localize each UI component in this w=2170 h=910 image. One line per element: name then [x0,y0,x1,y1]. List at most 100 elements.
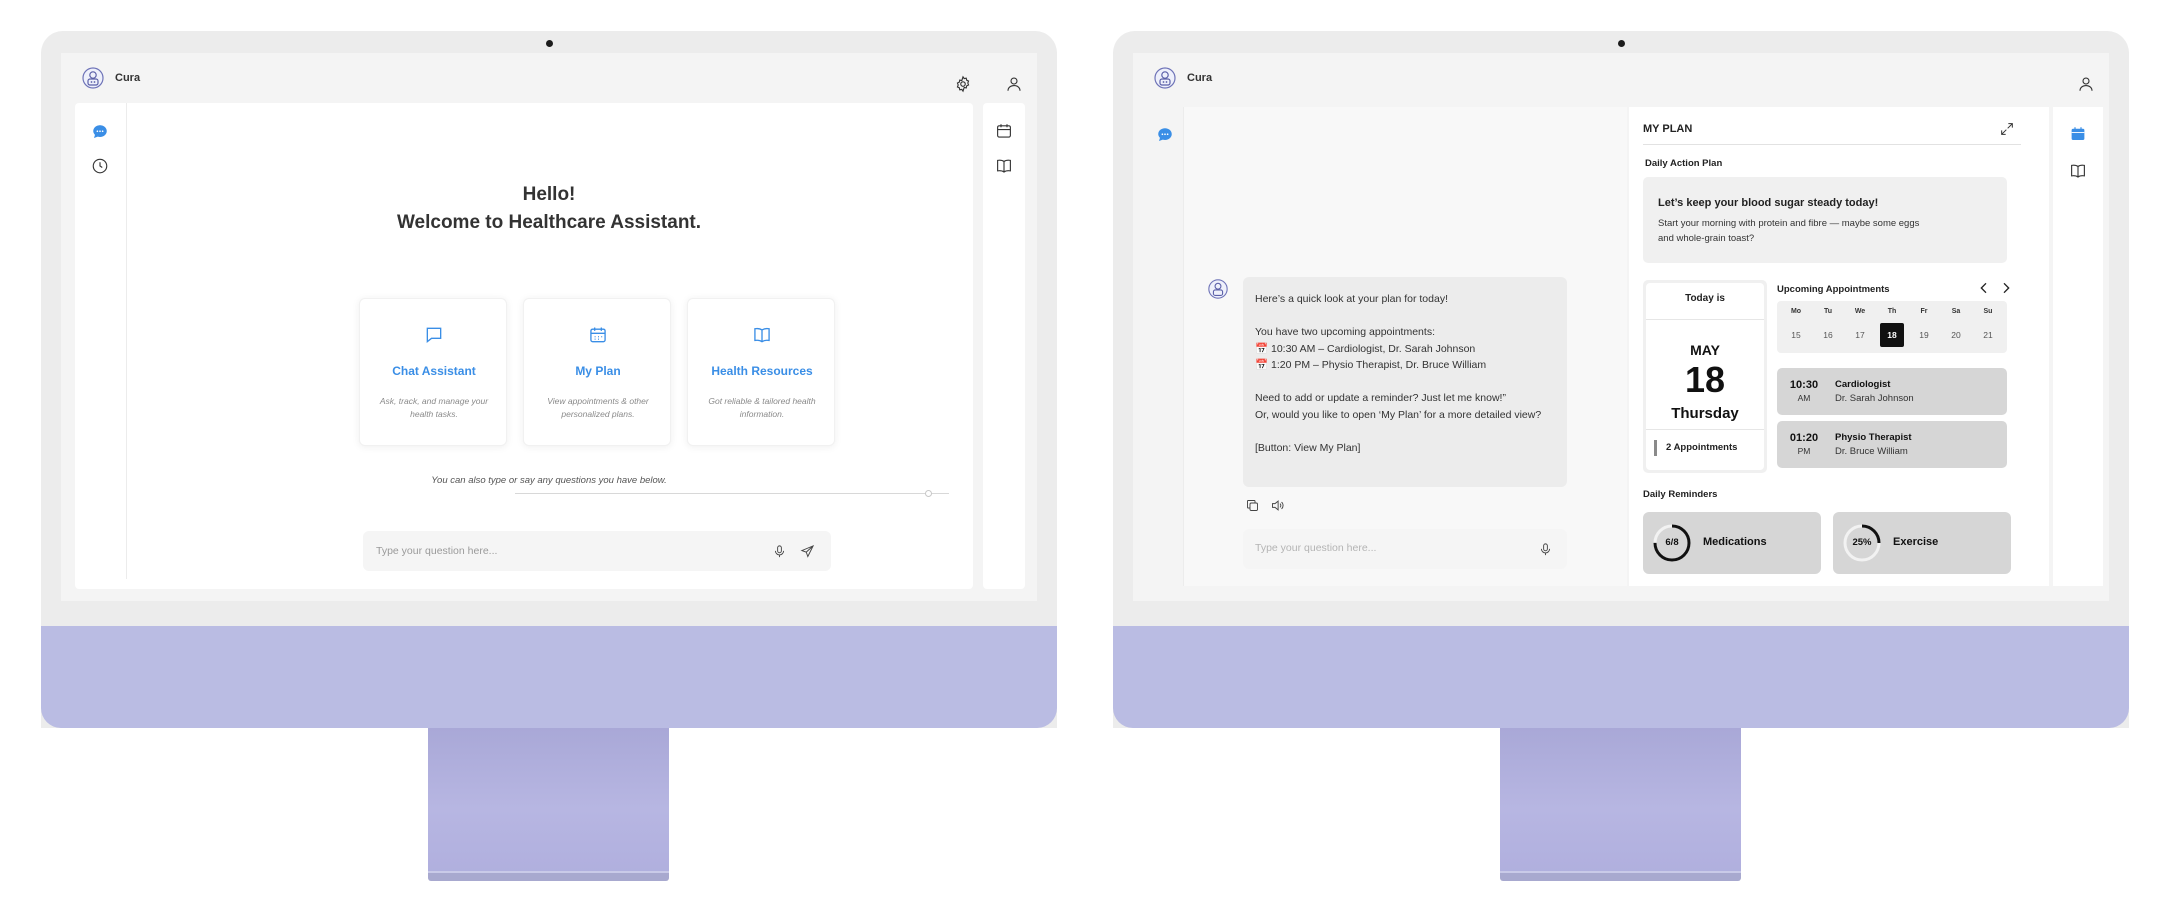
app-name: Cura [1187,72,1213,84]
card-title: Chat Assistant [392,364,476,378]
today-label: Today is [1685,293,1725,304]
card-description: Ask, track, and manage your health tasks… [379,396,489,419]
appointment-card[interactable]: 01:20 PM Physio Therapist Dr. Bruce Will… [1777,421,2007,468]
weekday-label: Fr [1920,308,1928,315]
voice-input-button[interactable] [767,539,791,563]
chat-bubble-icon [93,125,107,138]
card-description: View appointments & other personalized p… [547,396,649,419]
slider-track[interactable] [515,493,949,494]
chat-icon [426,327,442,344]
book-icon [2071,164,2085,178]
appointment-card[interactable]: 10:30 AM Cardiologist Dr. Sarah Johnson [1777,368,2007,415]
reminder-value: 6/8 [1665,537,1679,548]
weekday-label: Su [1983,308,1993,315]
imac-left: Cura Hello! Welcome to Healthcare Assist… [41,31,1057,888]
question-input[interactable]: Type your question here... [1243,529,1567,569]
date-cell[interactable]: 21 [1976,323,2000,347]
sidebar-chat-button[interactable] [88,120,112,144]
chevron-right-icon [2003,282,2010,294]
profile-button[interactable] [2074,72,2098,96]
date-cell[interactable]: 16 [1816,323,1840,347]
today-divider [1646,319,1764,320]
card-title: Health Resources [711,364,813,378]
monitor-chin [1113,626,2129,728]
calendar-icon [590,327,606,343]
expand-icon [2001,123,2013,135]
appointment-ampm: AM [1797,393,1811,403]
today-divider [1646,429,1764,430]
monitor-chin [41,626,1057,728]
date-cell-selected[interactable]: 18 [1880,323,1904,347]
rail-resources-button[interactable] [2066,159,2090,183]
date-cell[interactable]: 19 [1912,323,1936,347]
prev-week-button[interactable] [1976,280,1992,296]
week-strip: Mo Tu We Th Fr Sa Su 15 16 17 18 19 20 2… [1777,301,2007,353]
reminder-label: Exercise [1893,536,1939,548]
read-aloud-button[interactable] [1265,493,1289,517]
sidebar-divider [126,103,127,579]
input-placeholder: Type your question here... [376,545,498,557]
card-description: Got reliable & tailored health informati… [708,396,816,419]
chat-bubble-icon [1158,128,1172,141]
weekday-label: We [1854,308,1866,315]
settings-button[interactable] [951,72,975,96]
send-button[interactable] [795,539,819,563]
sidebar-history-button[interactable] [88,154,112,178]
speaker-icon [1271,499,1283,511]
today-weekday: Thursday [1671,405,1739,422]
date-cell[interactable]: 15 [1784,323,1808,347]
camera-dot [546,40,553,47]
monitor-stand-foot [1500,871,1741,881]
daily-action-label: Daily Action Plan [1645,158,1723,169]
health-resources-card[interactable]: Health Resources Got reliable & tailored… [687,298,835,446]
medications-reminder[interactable]: 6/8 Medications [1643,512,1821,574]
daily-reminders-label: Daily Reminders [1643,489,1718,500]
rail-calendar-button[interactable] [992,119,1016,143]
calendar-icon [2071,127,2085,140]
appointment-ampm: PM [1797,446,1811,456]
profile-button[interactable] [1002,72,1026,96]
gear-icon [956,75,970,93]
rail-calendar-button[interactable] [2066,122,2090,146]
send-icon [800,544,814,558]
rail-resources-button[interactable] [992,154,1016,178]
my-plan-card[interactable]: My Plan View appointments & other person… [523,298,671,446]
today-month: MAY [1690,342,1720,358]
monitor-stand [1500,728,1741,875]
appointment-doctor: Dr. Bruce William [1835,446,1908,457]
camera-dot [1618,40,1625,47]
greeting-heading: Hello! [522,184,576,205]
copy-icon [1246,499,1258,511]
date-cell[interactable]: 20 [1944,323,1968,347]
appointment-count: 2 Appointments [1654,440,1737,456]
action-body: Start your morning with protein and fibr… [1658,218,1920,244]
appointment-type: Cardiologist [1835,379,1891,390]
question-input[interactable]: Type your question here... [363,531,831,571]
reminder-label: Medications [1703,536,1767,548]
imac-right: Cura Here’s a quick look at your plan fo… [1113,31,2129,888]
exercise-reminder[interactable]: 25% Exercise [1833,512,2011,574]
book-icon [997,159,1011,173]
upcoming-label: Upcoming Appointments [1777,284,1890,295]
reminder-value: 25% [1852,537,1872,548]
clock-icon [92,158,108,174]
next-week-button[interactable] [1998,280,2014,296]
plan-title: MY PLAN [1643,123,1693,135]
assistant-avatar [1208,279,1228,299]
copy-button[interactable] [1240,493,1264,517]
monitor-stand [428,728,669,875]
input-hint: You can also type or say any questions y… [431,475,667,486]
user-icon [1007,77,1021,91]
chat-assistant-card[interactable]: Chat Assistant Ask, track, and manage yo… [359,298,507,446]
today-card: Today is MAY 18 Thursday 2 Appointments [1643,280,1767,473]
expand-button[interactable] [1995,117,2019,141]
voice-input-button[interactable] [1533,537,1557,561]
weekday-label: Mo [1790,308,1802,315]
calendar-icon [997,124,1011,138]
date-cell[interactable]: 17 [1848,323,1872,347]
sidebar-chat-button[interactable] [1153,123,1177,147]
weekday-label: Sa [1951,308,1961,315]
welcome-heading: Welcome to Healthcare Assistant. [396,212,702,233]
card-title: My Plan [575,364,621,378]
slider-handle[interactable] [925,490,932,497]
